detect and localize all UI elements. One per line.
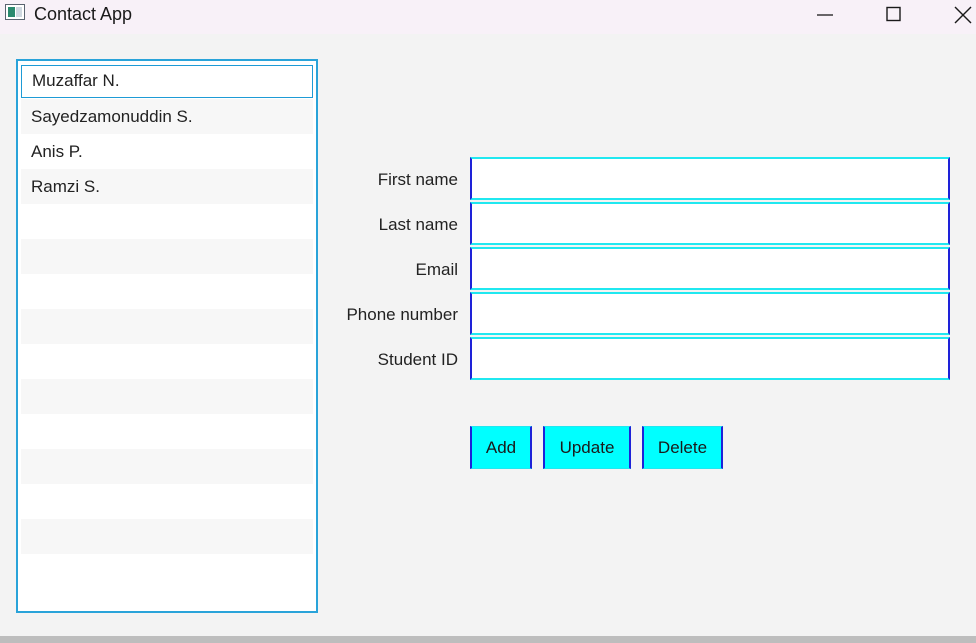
email-field[interactable] [470,247,950,290]
title-bar: Contact App [0,0,976,34]
minimize-icon [817,14,833,16]
first-name-label: First name [377,170,458,189]
list-item-empty [21,519,313,554]
list-item[interactable]: Anis P. [21,134,313,169]
delete-button[interactable]: Delete [642,426,723,469]
list-item-empty [21,554,313,589]
phone-number-field[interactable] [470,292,950,335]
email-label: Email [415,260,458,279]
phone-number-label: Phone number [346,305,458,324]
add-button[interactable]: Add [470,426,532,469]
maximize-button[interactable] [871,0,915,30]
list-item-empty [21,484,313,519]
last-name-field[interactable] [470,202,950,245]
update-button[interactable]: Update [543,426,631,469]
window-title: Contact App [34,4,133,24]
list-item-empty [21,274,313,309]
list-item-empty [21,204,313,239]
maximize-icon [886,6,901,22]
list-item-empty [21,414,313,449]
list-item[interactable]: Muzaffar N. [21,65,313,98]
close-icon [954,6,972,24]
app-window-icon [5,4,25,20]
list-item-empty [21,309,313,344]
minimize-button[interactable] [802,0,846,30]
student-id-label: Student ID [377,350,458,369]
list-item[interactable]: Sayedzamonuddin S. [21,99,313,134]
first-name-field[interactable] [470,157,950,200]
list-item-empty [21,379,313,414]
list-item-empty [21,344,313,379]
student-id-field[interactable] [470,337,950,380]
list-item[interactable]: Ramzi S. [21,169,313,204]
contact-list[interactable]: Muzaffar N. Sayedzamonuddin S. Anis P. R… [16,59,318,613]
list-item-empty [21,449,313,484]
last-name-label: Last name [378,215,458,234]
close-button[interactable] [940,0,976,30]
window-bottom-edge [0,636,976,643]
list-item-empty [21,239,313,274]
